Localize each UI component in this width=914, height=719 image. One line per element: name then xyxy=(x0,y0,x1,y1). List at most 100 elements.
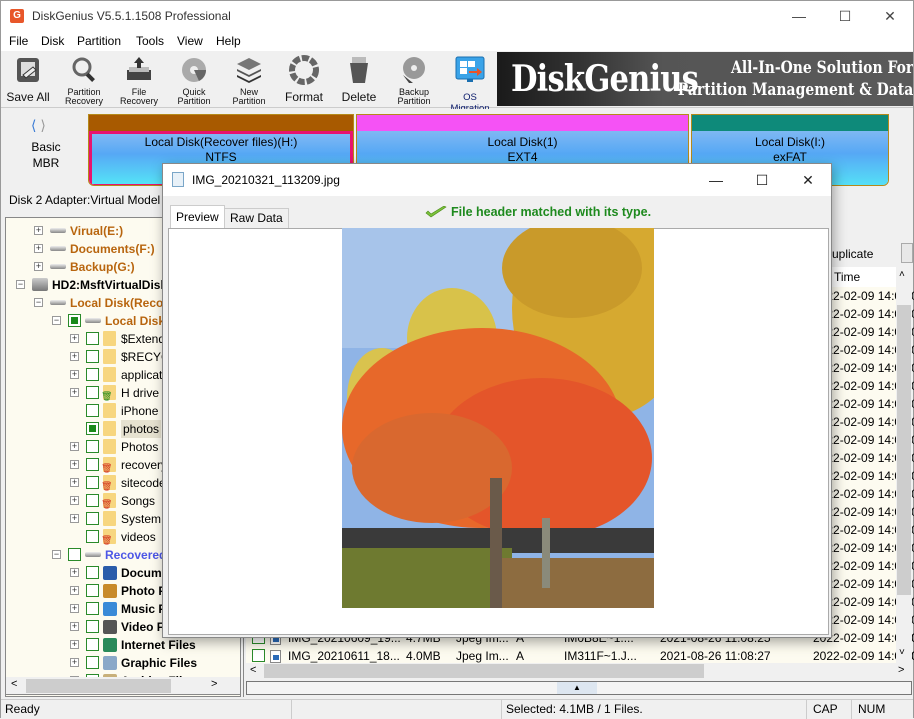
checkbox[interactable] xyxy=(86,332,99,345)
checkbox[interactable] xyxy=(252,649,265,662)
collapse-arrow-icon[interactable]: ▲ xyxy=(557,682,597,694)
checkbox[interactable] xyxy=(86,530,99,543)
expand-icon[interactable]: + xyxy=(70,586,79,595)
checkbox[interactable] xyxy=(86,440,99,453)
scroll-thumb[interactable] xyxy=(897,305,911,595)
os-migration-button[interactable]: OS Migration xyxy=(445,53,495,114)
scroll-left-arrow[interactable]: < xyxy=(250,664,256,676)
expand-icon[interactable]: + xyxy=(70,478,79,487)
expand-icon[interactable]: + xyxy=(34,244,43,253)
expand-icon[interactable]: + xyxy=(70,334,79,343)
splitter-bar[interactable]: ▲ xyxy=(246,681,912,695)
globe-icon xyxy=(103,638,117,652)
file-recovery-button[interactable]: File Recovery xyxy=(116,53,162,106)
menu-disk[interactable]: Disk xyxy=(41,34,64,48)
layers-icon xyxy=(237,58,261,83)
expand-icon[interactable]: + xyxy=(70,568,79,577)
scroll-down-arrow[interactable]: ˅ xyxy=(899,647,905,658)
format-icon xyxy=(289,55,319,85)
checkbox[interactable] xyxy=(86,602,99,615)
scroll-right-arrow[interactable]: > xyxy=(898,664,904,676)
next-disk-button[interactable]: ⟩ xyxy=(40,117,45,133)
checkbox[interactable] xyxy=(86,620,99,633)
column-header-modify-time[interactable]: Time xyxy=(834,270,860,284)
partition-recovery-button[interactable]: Partition Recovery xyxy=(61,53,107,106)
expand-icon[interactable]: + xyxy=(34,226,43,235)
collapse-icon[interactable]: − xyxy=(52,550,61,559)
expand-icon[interactable]: + xyxy=(70,496,79,505)
tab-preview[interactable]: Preview xyxy=(170,205,225,228)
scroll-thumb[interactable] xyxy=(26,679,171,693)
checkbox[interactable] xyxy=(86,512,99,525)
checkbox[interactable] xyxy=(68,548,81,561)
expand-icon[interactable]: + xyxy=(70,622,79,631)
delete-button[interactable]: Delete xyxy=(336,53,382,105)
menu-file[interactable]: File xyxy=(9,34,28,48)
backup-partition-button[interactable]: Backup Partition xyxy=(391,53,437,106)
list-horizontal-scrollbar[interactable]: < > xyxy=(246,663,912,679)
expand-icon[interactable]: + xyxy=(34,262,43,271)
dialog-minimize-button[interactable]: — xyxy=(693,164,739,196)
checkbox[interactable] xyxy=(86,476,99,489)
tree-item[interactable]: + Graphic Files xyxy=(6,654,240,672)
format-button[interactable]: Format xyxy=(281,53,327,105)
menu-tools[interactable]: Tools xyxy=(136,34,164,48)
title-bar: G DiskGenius V5.5.1.1508 Professional — … xyxy=(1,1,913,31)
checkbox[interactable] xyxy=(86,566,99,579)
checkbox[interactable] xyxy=(86,368,99,381)
checkbox[interactable] xyxy=(86,656,99,669)
file-icon xyxy=(270,650,281,663)
scroll-left-arrow[interactable]: < xyxy=(11,678,17,690)
prev-disk-button[interactable]: ⟨ xyxy=(31,117,36,133)
new-partition-button[interactable]: New Partition xyxy=(226,53,272,106)
collapse-icon[interactable]: − xyxy=(52,316,61,325)
expand-icon[interactable]: + xyxy=(70,388,79,397)
scroll-thumb[interactable] xyxy=(264,664,704,678)
tree-item-label: Virual(E:) xyxy=(70,224,124,238)
expand-icon[interactable]: + xyxy=(70,442,79,451)
dialog-maximize-button[interactable]: ☐ xyxy=(739,164,785,196)
expand-icon[interactable]: + xyxy=(70,658,79,667)
tab-raw-data[interactable]: Raw Data xyxy=(224,208,289,228)
expand-icon[interactable]: + xyxy=(70,460,79,469)
checkbox[interactable] xyxy=(86,350,99,363)
status-bar: Ready Selected: 4.1MB / 1 Files. CAP NUM xyxy=(1,699,913,719)
folder-icon xyxy=(103,439,116,454)
menu-view[interactable]: View xyxy=(177,34,203,48)
minimize-button[interactable]: — xyxy=(776,1,822,31)
save-all-button[interactable]: Save All xyxy=(5,53,51,105)
expand-icon[interactable]: + xyxy=(70,640,79,649)
duplicate-filter-button[interactable] xyxy=(901,243,913,263)
expand-icon[interactable]: + xyxy=(70,370,79,379)
deleted-marker-icon: 🗑 xyxy=(101,481,113,491)
dialog-close-button[interactable]: ✕ xyxy=(785,164,831,196)
checkbox[interactable] xyxy=(86,638,99,651)
list-vertical-scrollbar[interactable]: ˄ ˅ xyxy=(896,267,912,663)
quick-partition-button[interactable]: Quick Partition xyxy=(171,53,217,106)
scroll-right-arrow[interactable]: > xyxy=(211,678,217,690)
menu-partition[interactable]: Partition xyxy=(77,34,121,48)
maximize-button[interactable]: ☐ xyxy=(822,1,868,31)
checkbox[interactable] xyxy=(86,386,99,399)
checkbox[interactable] xyxy=(86,404,99,417)
expand-icon[interactable]: + xyxy=(70,514,79,523)
file-recovery-icon xyxy=(127,57,151,80)
close-button[interactable]: ✕ xyxy=(867,1,913,31)
checkbox[interactable] xyxy=(86,584,99,597)
tree-item[interactable]: + Internet Files xyxy=(6,636,240,654)
music-icon xyxy=(103,602,117,616)
tree-horizontal-scrollbar[interactable]: < > xyxy=(5,677,241,695)
checkmark-icon xyxy=(425,206,447,218)
collapse-icon[interactable]: − xyxy=(16,280,25,289)
checkbox[interactable] xyxy=(86,422,99,435)
checkbox[interactable] xyxy=(86,494,99,507)
collapse-icon[interactable]: − xyxy=(34,298,43,307)
checkbox[interactable] xyxy=(86,458,99,471)
menu-help[interactable]: Help xyxy=(216,34,241,48)
backup-icon xyxy=(403,57,425,83)
tree-item-label: Backup(G:) xyxy=(70,260,135,274)
expand-icon[interactable]: + xyxy=(70,604,79,613)
expand-icon[interactable]: + xyxy=(70,352,79,361)
checkbox[interactable] xyxy=(68,314,81,327)
scroll-up-arrow[interactable]: ˄ xyxy=(899,269,905,280)
